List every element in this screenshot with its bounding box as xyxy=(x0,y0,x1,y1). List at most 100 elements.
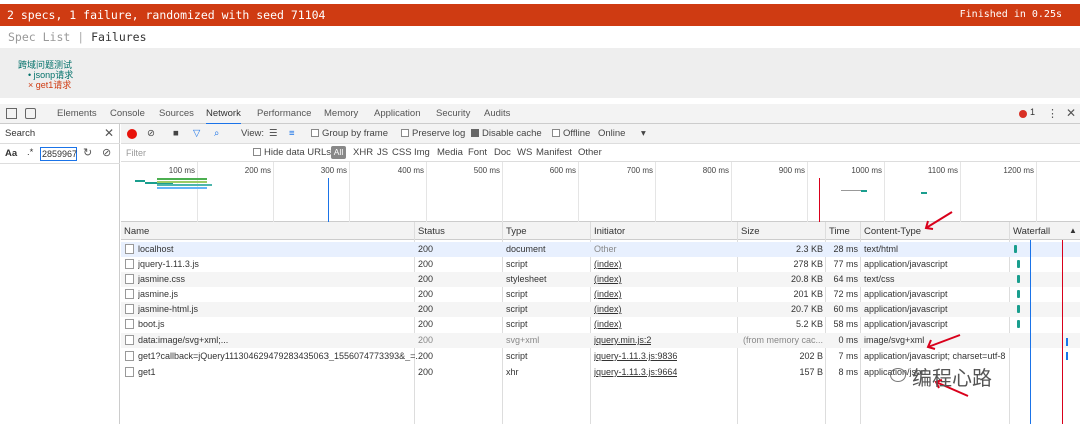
search-input[interactable]: 2859967 xyxy=(40,147,77,161)
overview-bar xyxy=(157,184,212,186)
request-initiator[interactable]: (index) xyxy=(594,289,622,299)
spec-fail[interactable]: × get1请求 xyxy=(28,78,71,91)
request-name[interactable]: jasmine-html.js xyxy=(138,304,408,314)
tick-label: 100 ms xyxy=(168,166,195,175)
filter-font[interactable]: Font xyxy=(468,147,487,158)
overview-gridline xyxy=(960,162,961,222)
disable-cache-toggle[interactable]: Disable cache xyxy=(471,128,542,139)
more-options-icon[interactable]: ⋮ xyxy=(1047,107,1058,120)
fail-bullet: × xyxy=(28,80,34,90)
column-status[interactable]: Status xyxy=(418,226,445,237)
filter-js[interactable]: JS xyxy=(377,147,388,158)
search-label: Search xyxy=(5,128,36,139)
failures-link[interactable]: Failures xyxy=(91,30,146,44)
tab-application[interactable]: Application xyxy=(374,104,420,123)
request-name[interactable]: jasmine.css xyxy=(138,274,408,284)
tab-security[interactable]: Security xyxy=(436,104,470,123)
request-initiator[interactable]: (index) xyxy=(594,319,622,329)
clear-icon[interactable]: ⊘ xyxy=(102,146,111,159)
request-status: 200 xyxy=(418,244,434,254)
clear-log-icon[interactable]: ⊘ xyxy=(147,128,155,139)
file-icon xyxy=(125,289,134,299)
filter-css[interactable]: CSS xyxy=(392,147,412,158)
request-name[interactable]: data:image/svg+xml;... xyxy=(138,335,408,345)
request-initiator[interactable]: (index) xyxy=(594,274,622,284)
overview-icon[interactable]: ≡ xyxy=(289,128,295,139)
request-name[interactable]: get1?callback=jQuery11130462947928343506… xyxy=(138,351,418,361)
tab-performance[interactable]: Performance xyxy=(257,104,311,123)
request-name[interactable]: localhost xyxy=(138,244,408,254)
column-content-type[interactable]: Content-Type xyxy=(864,226,921,237)
close-icon[interactable]: ✕ xyxy=(1066,106,1076,120)
filter-manifest[interactable]: Manifest xyxy=(536,147,572,158)
table-row[interactable]: jasmine.js 200 script (index) 201 KB 72 … xyxy=(121,287,1080,302)
dom-content-loaded-line xyxy=(328,178,329,222)
spec-list-link[interactable]: Spec List xyxy=(8,30,70,44)
tab-audits[interactable]: Audits xyxy=(484,104,510,123)
filter-img[interactable]: Img xyxy=(414,147,430,158)
request-name[interactable]: get1 xyxy=(138,367,408,377)
large-rows-icon[interactable]: ☰ xyxy=(269,128,278,139)
filter-media[interactable]: Media xyxy=(437,147,463,158)
filter-doc[interactable]: Doc xyxy=(494,147,511,158)
request-name[interactable]: jasmine.js xyxy=(138,289,408,299)
table-row[interactable]: jasmine-html.js 200 script (index) 20.7 … xyxy=(121,302,1080,317)
column-waterfall[interactable]: Waterfall xyxy=(1013,226,1050,237)
column-time[interactable]: Time xyxy=(829,226,850,237)
tab-console[interactable]: Console xyxy=(110,104,145,123)
tick-label: 400 ms xyxy=(397,166,424,175)
throttle-dropdown-icon[interactable]: ▾ xyxy=(641,128,646,139)
request-type: script xyxy=(506,351,528,361)
request-status: 200 xyxy=(418,367,434,377)
request-initiator[interactable]: jquery-1.11.3.js:9664 xyxy=(594,367,677,377)
filter-ws[interactable]: WS xyxy=(517,147,532,158)
filter-all[interactable]: All xyxy=(331,146,346,159)
request-type: document xyxy=(506,244,546,254)
refresh-icon[interactable]: ↻ xyxy=(83,146,92,159)
column-size[interactable]: Size xyxy=(741,226,759,237)
request-type: stylesheet xyxy=(506,274,547,284)
tab-sources[interactable]: Sources xyxy=(159,104,194,123)
tab-elements[interactable]: Elements xyxy=(57,104,97,123)
overview-bar xyxy=(841,190,861,191)
request-name[interactable]: jquery-1.11.3.js xyxy=(138,259,408,269)
filter-icon[interactable]: ▽ xyxy=(193,128,200,139)
request-status: 200 xyxy=(418,319,434,329)
device-toggle-icon[interactable] xyxy=(25,108,36,119)
table-row[interactable]: boot.js 200 script (index) 5.2 KB 58 ms … xyxy=(121,317,1080,332)
hide-data-urls-toggle[interactable]: Hide data URLs xyxy=(253,147,331,158)
overview-gridline xyxy=(197,162,198,222)
column-name[interactable]: Name xyxy=(124,226,149,237)
table-row[interactable]: jasmine.css 200 stylesheet (index) 20.8 … xyxy=(121,272,1080,287)
regex-button[interactable]: .* xyxy=(27,147,33,158)
request-initiator[interactable]: (index) xyxy=(594,259,622,269)
error-count[interactable]: 1 xyxy=(1030,107,1035,117)
tab-network[interactable]: Network xyxy=(206,104,241,125)
search-icon[interactable]: ⌕ xyxy=(214,128,219,139)
close-search-icon[interactable]: ✕ xyxy=(104,126,114,140)
tick-label: 1100 ms xyxy=(927,166,958,175)
table-row[interactable]: jquery-1.11.3.js 200 script (index) 278 … xyxy=(121,257,1080,272)
camera-icon[interactable]: ■ xyxy=(173,128,179,139)
request-name[interactable]: boot.js xyxy=(138,319,408,329)
column-initiator[interactable]: Initiator xyxy=(594,226,625,237)
sort-up-icon[interactable]: ▲ xyxy=(1069,226,1077,235)
error-icon[interactable] xyxy=(1019,110,1027,118)
request-initiator[interactable]: jquery.min.js:2 xyxy=(594,335,651,345)
inspect-icon[interactable] xyxy=(6,108,17,119)
filter-other[interactable]: Other xyxy=(578,147,602,158)
request-initiator[interactable]: jquery-1.11.3.js:9836 xyxy=(594,351,677,361)
throttle-select[interactable]: Online xyxy=(598,128,625,139)
tab-memory[interactable]: Memory xyxy=(324,104,358,123)
record-icon[interactable] xyxy=(127,129,137,139)
group-by-frame-toggle[interactable]: Group by frame xyxy=(311,128,388,139)
preserve-log-toggle[interactable]: Preserve log xyxy=(401,128,465,139)
table-row[interactable]: localhost 200 document Other 2.3 KB 28 m… xyxy=(121,242,1080,257)
offline-toggle[interactable]: Offline xyxy=(552,128,590,139)
request-initiator[interactable]: (index) xyxy=(594,304,622,314)
request-size: 20.7 KB xyxy=(790,304,823,314)
filter-xhr[interactable]: XHR xyxy=(353,147,373,158)
column-type[interactable]: Type xyxy=(506,226,527,237)
filter-input[interactable]: Filter xyxy=(123,146,243,160)
match-case-button[interactable]: Aa xyxy=(5,148,17,159)
